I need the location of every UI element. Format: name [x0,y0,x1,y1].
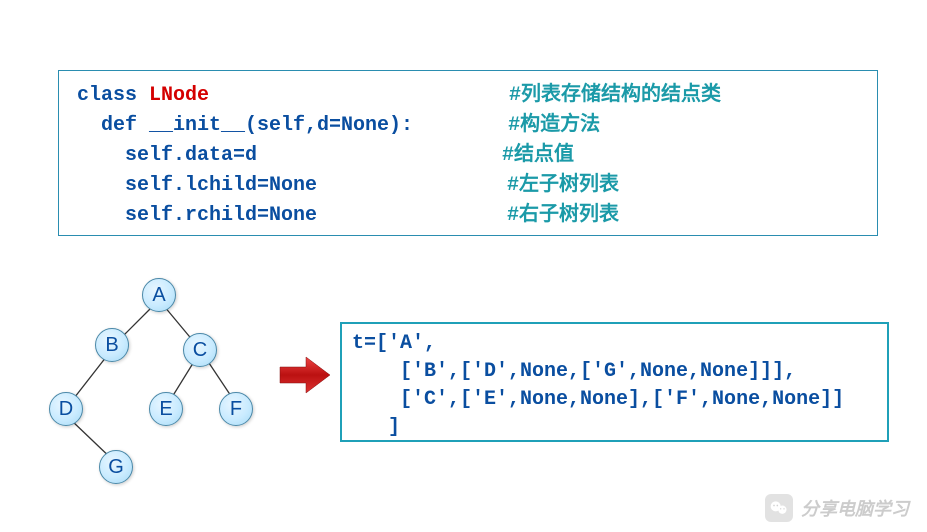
tree-node-f: F [219,392,253,426]
code-box: class LNode #列表存储结构的结点类 def __init__(self… [58,70,878,236]
code-line-2: def __init__(self,d=None): #构造方法 [77,111,859,141]
tree-diagram: A B C D E F G [35,270,275,500]
comment-5: #右子树列表 [507,204,619,227]
list-repr-box: t=['A', ['B',['D',None,['G',None,None]]]… [340,322,889,442]
node-label: C [193,339,207,362]
tlist-l3: ['C',['E',None,None],['F',None,None]] [352,388,844,411]
watermark: 分享电脑学习 [765,494,909,522]
keyword-class: class [77,84,149,107]
node-label: G [108,456,124,479]
code-line-1: class LNode #列表存储结构的结点类 [77,81,859,111]
stmt-lchild: self.lchild=None [77,174,317,197]
code-line-3: self.data=d #结点值 [77,141,859,171]
node-label: B [105,334,118,357]
tree-node-b: B [95,328,129,362]
code-line-5: self.rchild=None #右子树列表 [77,201,859,231]
node-label: E [159,398,172,421]
node-label: F [230,398,242,421]
tlist-l4: ] [352,416,400,439]
wechat-icon [765,494,793,522]
tree-node-d: D [49,392,83,426]
comment-2: #构造方法 [508,114,600,137]
watermark-text: 分享电脑学习 [801,495,909,521]
comment-3: #结点值 [502,144,574,167]
func-name: __init__ [149,114,245,137]
tree-node-e: E [149,392,183,426]
class-name: LNode [149,84,209,107]
comment-4: #左子树列表 [507,174,619,197]
tree-node-c: C [183,333,217,367]
node-label: D [59,398,73,421]
node-label: A [152,284,165,307]
stmt-rchild: self.rchild=None [77,204,317,227]
code-line-4: self.lchild=None #左子树列表 [77,171,859,201]
func-args: (self,d=None): [245,114,413,137]
tlist-l2: ['B',['D',None,['G',None,None]]], [352,360,796,383]
tree-node-a: A [142,278,176,312]
stmt-data: self.data=d [77,144,257,167]
tree-node-g: G [99,450,133,484]
comment-1: #列表存储结构的结点类 [509,84,721,107]
keyword-def: def [77,114,149,137]
arrow-icon [278,355,333,395]
tlist-l1: t=['A', [352,332,436,355]
